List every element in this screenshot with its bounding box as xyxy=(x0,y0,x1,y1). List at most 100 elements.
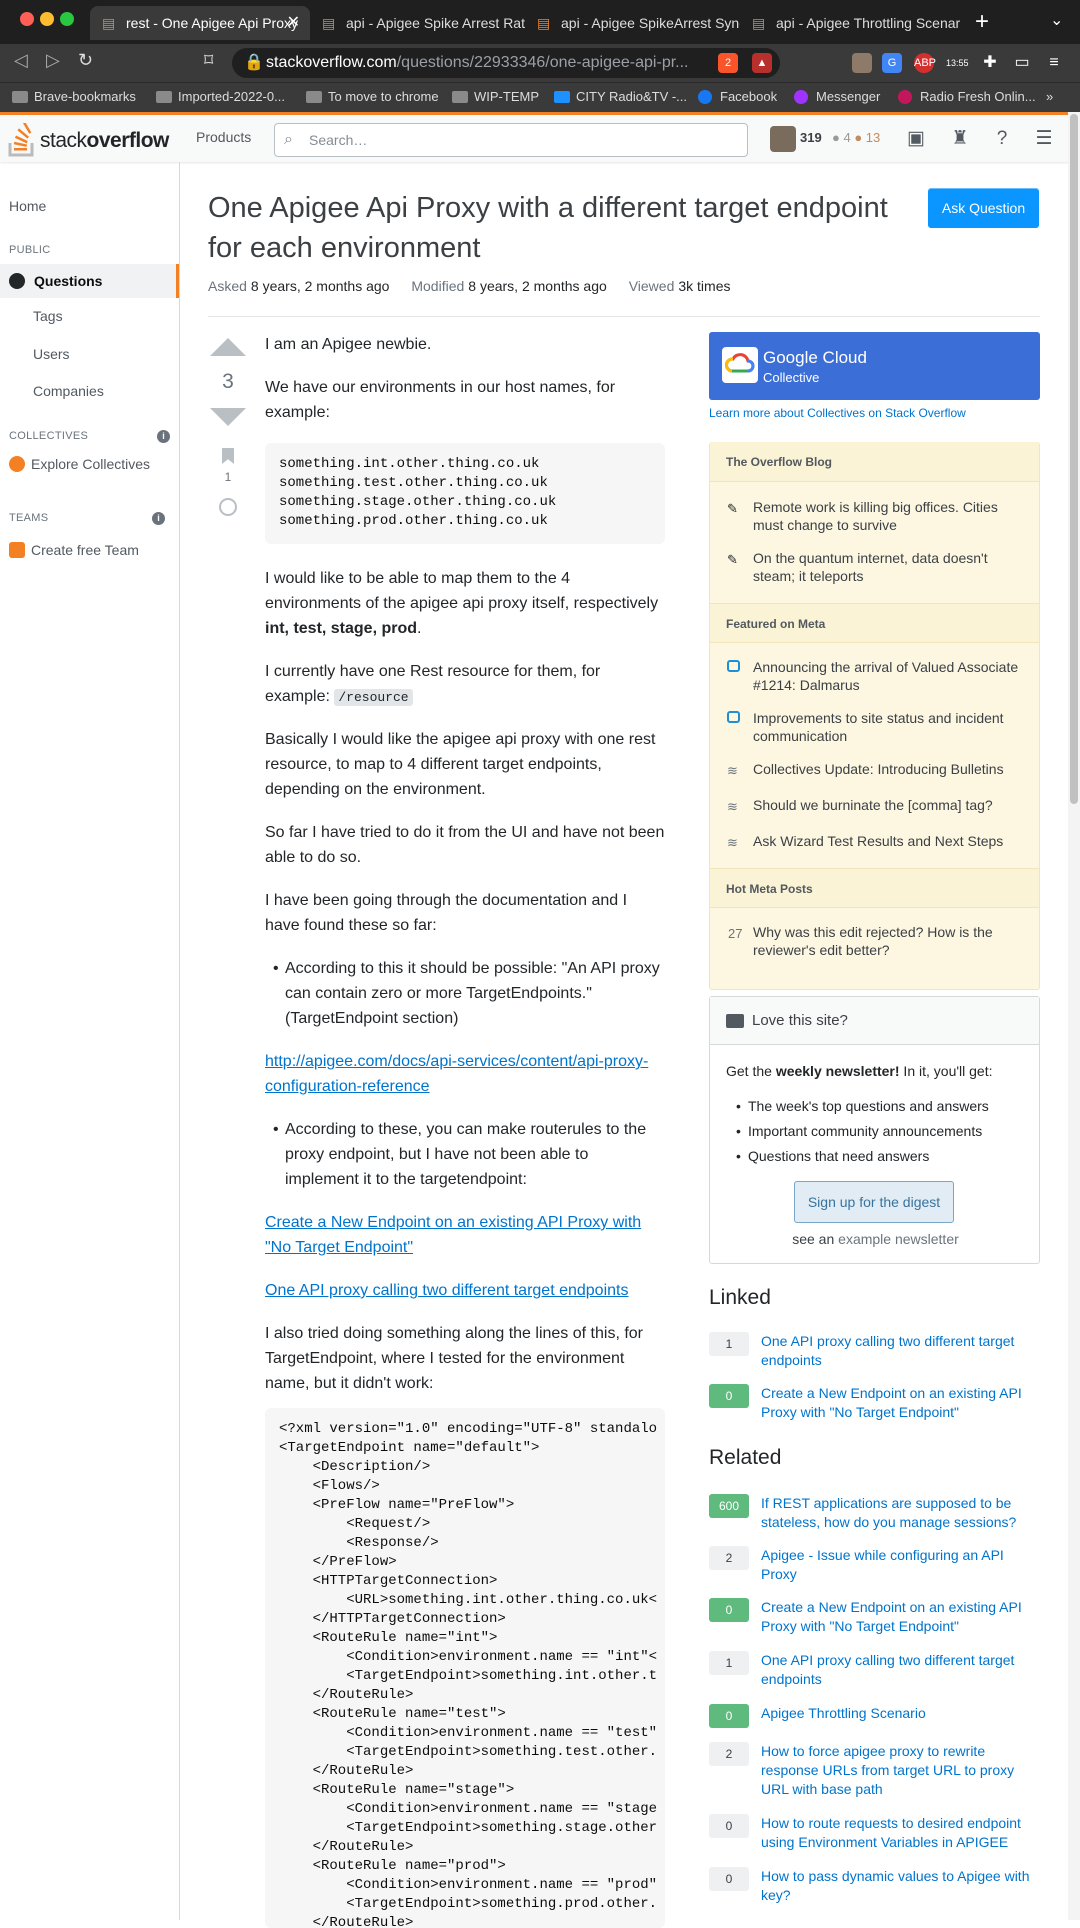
url-path: /questions/22933346/one-apigee-api-pr... xyxy=(396,54,689,71)
example-newsletter-link[interactable]: example newsletter xyxy=(838,1231,959,1247)
text-run: see an xyxy=(792,1231,839,1247)
related-question-link[interactable]: If REST applications are supposed to be … xyxy=(761,1494,1040,1532)
stack-logo-icon xyxy=(8,121,34,157)
bookmark-folder[interactable]: To move to chrome xyxy=(306,83,439,113)
back-arrow-icon[interactable]: ◁ xyxy=(14,50,28,71)
bookmark-page-icon[interactable]: ⌑ xyxy=(204,50,213,71)
reputation-count[interactable]: 319 xyxy=(800,130,822,145)
close-tab-icon[interactable]: ✕ xyxy=(287,6,300,40)
related-question-link[interactable]: One API proxy calling two different targ… xyxy=(761,1651,1040,1689)
linked-question-link[interactable]: One API proxy calling two different targ… xyxy=(265,1278,665,1303)
bookmark-link[interactable]: Radio Fresh Onlin... xyxy=(898,83,1036,113)
new-tab-plus-icon[interactable]: + xyxy=(975,8,989,36)
ask-question-button[interactable]: Ask Question xyxy=(928,188,1039,228)
linked-question-link[interactable]: Create a New Endpoint on an existing API… xyxy=(265,1210,665,1260)
logo-text-overflow: overflow xyxy=(86,129,170,152)
nav-companies[interactable]: Companies xyxy=(33,383,104,399)
linked-question-link[interactable]: One API proxy calling two different targ… xyxy=(761,1332,1040,1370)
related-question-link[interactable]: How to route requests to desired endpoin… xyxy=(761,1814,1040,1852)
newsletter-item: The week's top questions and answers xyxy=(736,1097,1028,1115)
docs-link[interactable]: http://apigee.com/docs/api-services/cont… xyxy=(265,1049,665,1099)
browser-tab-active[interactable]: ▤ rest - One Apigee Api Proxy ✕ xyxy=(90,6,310,40)
help-icon[interactable]: ? xyxy=(990,127,1014,151)
brave-rewards-icon[interactable]: ▲ xyxy=(752,53,772,73)
question-title[interactable]: One Apigee Api Proxy with a different ta… xyxy=(208,188,928,268)
close-window-button[interactable] xyxy=(20,12,34,26)
site-switcher-icon[interactable]: ☰ xyxy=(1032,127,1056,151)
nav-tags[interactable]: Tags xyxy=(33,308,63,324)
text-run: Get the xyxy=(726,1063,776,1079)
bookmark-link[interactable]: CITY Radio&TV -... xyxy=(554,83,687,113)
upvote-arrow-icon[interactable] xyxy=(210,338,246,356)
meta-item[interactable]: ≋ Should we burninate the [comma] tag? xyxy=(727,796,1027,814)
extensions-puzzle-icon[interactable]: ✚ xyxy=(980,53,1000,73)
related-question-link[interactable]: Apigee - Issue while configuring an API … xyxy=(761,1546,1040,1584)
browser-menu-icon[interactable]: ≡ xyxy=(1044,53,1064,73)
blog-widget: The Overflow Blog ✎ Remote work is killin… xyxy=(709,442,1040,990)
teams-info-icon[interactable]: i xyxy=(152,512,165,525)
collective-subtitle: Collective xyxy=(763,370,820,385)
text-run: I would like to be able to map them to t… xyxy=(265,570,659,612)
modified-value[interactable]: 8 years, 2 months ago xyxy=(468,278,607,294)
downvote-arrow-icon[interactable] xyxy=(210,408,246,426)
extension-avatar-icon[interactable] xyxy=(852,53,872,73)
blog-item[interactable]: ✎ Remote work is killing big offices. Cit… xyxy=(727,498,1027,534)
google-cloud-collective-banner[interactable]: Google Cloud Collective xyxy=(709,332,1040,400)
bookmark-link[interactable]: Facebook xyxy=(698,83,777,113)
meta-item[interactable]: Announcing the arrival of Valued Associa… xyxy=(727,658,1027,694)
nav-questions[interactable]: Questions xyxy=(0,264,179,298)
history-icon[interactable] xyxy=(219,498,237,516)
nav-home[interactable]: Home xyxy=(9,198,46,214)
hot-meta-item[interactable]: 27 Why was this edit rejected? How is the… xyxy=(728,923,1027,959)
search-input[interactable]: ⌕ Search… xyxy=(274,123,748,157)
bookmark-folder[interactable]: Imported-2022-0... xyxy=(156,83,285,113)
minimize-window-button[interactable] xyxy=(40,12,54,26)
browser-tab[interactable]: ▤ api - Apigee SpikeArrest Sync A xyxy=(525,6,740,40)
related-question-link[interactable]: Create a New Endpoint on an existing API… xyxy=(761,1598,1040,1636)
wallet-icon[interactable]: ▭ xyxy=(1012,53,1032,73)
newsletter-bold: weekly newsletter! xyxy=(775,1063,900,1079)
bookmark-link[interactable]: Messenger xyxy=(794,83,880,113)
url-host: stackoverflow.com xyxy=(266,54,397,71)
learn-collectives-link[interactable]: Learn more about Collectives on Stack Ov… xyxy=(709,406,966,420)
maximize-window-button[interactable] xyxy=(60,12,74,26)
meta-item[interactable]: ≋ Collectives Update: Introducing Bulleti… xyxy=(727,760,1027,778)
brave-shield-icon[interactable]: 2 xyxy=(718,53,738,73)
blog-item[interactable]: ✎ On the quantum internet, data doesn't s… xyxy=(727,549,1027,585)
bookmark-folder[interactable]: Brave-bookmarks xyxy=(12,83,136,113)
related-question-link[interactable]: Apigee Throttling Scenario xyxy=(761,1704,1040,1723)
achievements-trophy-icon[interactable]: ♜ xyxy=(948,127,972,151)
forward-arrow-icon[interactable]: ▷ xyxy=(46,50,60,71)
nav-users[interactable]: Users xyxy=(33,346,70,362)
products-menu[interactable]: Products xyxy=(196,129,251,145)
user-avatar[interactable] xyxy=(770,126,796,152)
meta-item[interactable]: Improvements to site status and incident… xyxy=(727,709,1027,745)
page-scrollbar[interactable] xyxy=(1068,112,1080,1920)
translate-icon[interactable]: G xyxy=(882,53,902,73)
adblock-icon[interactable]: ABP xyxy=(914,53,936,73)
badge-counts[interactable]: ● 4 ● 13 xyxy=(832,130,880,145)
related-question-link[interactable]: How to pass dynamic values to Apigee wit… xyxy=(761,1867,1040,1905)
linked-question-link[interactable]: Create a New Endpoint on an existing API… xyxy=(761,1384,1040,1422)
clock-extension-icon[interactable]: 13:55 xyxy=(946,53,969,73)
bookmark-folder[interactable]: WIP-TEMP xyxy=(452,83,539,113)
browser-tab[interactable]: ▤ api - Apigee Spike Arrest Rate L xyxy=(310,6,525,40)
nav-explore-collectives[interactable]: Explore Collectives xyxy=(9,456,150,472)
bookmark-label: Imported-2022-0... xyxy=(178,89,285,104)
related-question-link[interactable]: How to force apigee proxy to rewrite res… xyxy=(761,1742,1040,1799)
digest-signup-button[interactable]: Sign up for the digest xyxy=(794,1181,954,1223)
more-bookmarks-icon[interactable]: » xyxy=(1046,83,1053,113)
inbox-icon[interactable]: ▣ xyxy=(904,127,928,151)
bookmark-icon[interactable] xyxy=(222,448,234,464)
tab-label: api - Apigee SpikeArrest Sync A xyxy=(561,15,740,31)
stackoverflow-logo[interactable]: stackoverflow xyxy=(8,121,170,159)
linked-heading: Linked xyxy=(709,1286,771,1309)
nav-create-team[interactable]: Create free Team xyxy=(9,542,139,558)
browser-tab[interactable]: ▤ api - Apigee Throttling Scenario xyxy=(740,6,960,40)
url-field[interactable]: 🔒 stackoverflow.com/questions/22933346/o… xyxy=(232,48,780,78)
collectives-info-icon[interactable]: i xyxy=(157,430,170,443)
scrollbar-thumb[interactable] xyxy=(1070,114,1078,804)
meta-item[interactable]: ≋ Ask Wizard Test Results and Next Steps xyxy=(727,832,1027,850)
tab-list-chevron-icon[interactable]: ⌄ xyxy=(1050,10,1063,30)
reload-icon[interactable]: ↻ xyxy=(78,50,93,71)
